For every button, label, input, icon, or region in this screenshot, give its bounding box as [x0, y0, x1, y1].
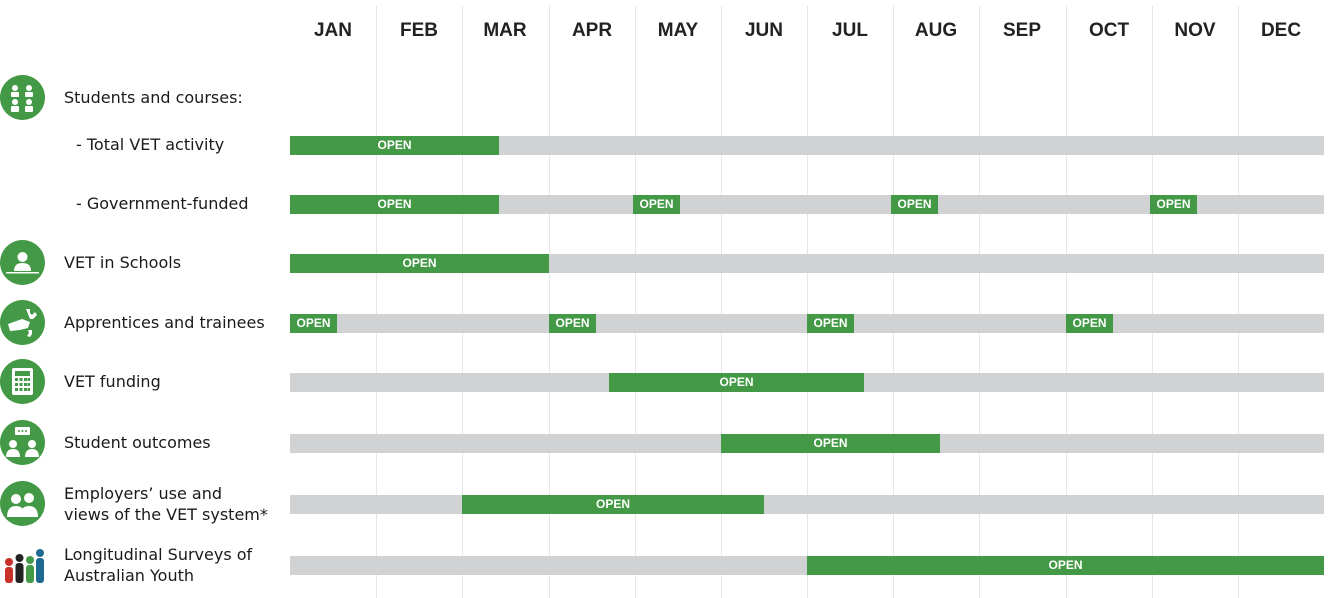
row-label-vet-funding: VET funding — [64, 372, 161, 391]
open-period-bar: OPEN — [891, 195, 938, 214]
open-period-bar: OPEN — [462, 495, 764, 514]
open-period-bar: OPEN — [1150, 195, 1197, 214]
lsay-logo-icon — [3, 546, 45, 584]
month-label-sep: SEP — [1002, 20, 1042, 41]
month-label-may: MAY — [657, 20, 699, 41]
row-label-employers-use-views: Employers’ use and views of the VET syste… — [64, 483, 268, 525]
row-label-students-courses: Students and courses: — [64, 88, 243, 107]
students-icon — [0, 75, 45, 120]
collection-schedule-chart: JAN FEB MAR APR MAY JUN JUL AUG SEP OCT NOV DEC Stud… — [0, 0, 1335, 598]
row-label-line: views of the VET system* — [64, 505, 268, 524]
row-label-line: Employers’ use and — [64, 484, 222, 503]
open-period-bar: OPEN — [609, 373, 864, 392]
row-label-line: Australian Youth — [64, 566, 194, 585]
open-period-bar: OPEN — [807, 314, 854, 333]
employers-icon — [0, 481, 45, 526]
open-period-bar: OPEN — [549, 314, 596, 333]
open-period-bar: OPEN — [807, 556, 1324, 575]
open-period-bar: OPEN — [290, 314, 337, 333]
row-label-apprentices-trainees: Apprentices and trainees — [64, 313, 265, 332]
month-label-oct: OCT — [1088, 20, 1130, 41]
calculator-icon — [0, 359, 45, 404]
row-label-lsay: Longitudinal Surveys of Australian Youth — [64, 544, 252, 586]
open-period-bar: OPEN — [1066, 314, 1113, 333]
timeline-track-employers-use-views — [290, 495, 1324, 514]
month-label-jul: JUL — [832, 20, 868, 41]
open-period-bar: OPEN — [290, 254, 549, 273]
open-period-bar: OPEN — [290, 195, 499, 214]
row-label-government-funded: - Government-funded — [76, 194, 249, 213]
open-period-bar: OPEN — [633, 195, 680, 214]
teacher-icon — [0, 240, 45, 285]
wrench-hand-icon — [0, 300, 45, 345]
month-label-jan: JAN — [313, 20, 352, 41]
open-period-bar: OPEN — [721, 434, 940, 453]
month-label-jun: JUN — [744, 20, 783, 41]
month-label-apr: APR — [571, 20, 613, 41]
row-label-total-vet-activity: - Total VET activity — [76, 135, 225, 154]
month-label-dec: DEC — [1260, 20, 1302, 41]
row-label-line: Longitudinal Surveys of — [64, 545, 253, 564]
row-label-student-outcomes: Student outcomes — [64, 433, 211, 452]
people-chat-icon — [0, 420, 45, 465]
month-label-aug: AUG — [914, 20, 958, 41]
month-label-nov: NOV — [1174, 20, 1216, 41]
month-label-mar: MAR — [483, 20, 527, 41]
row-label-vet-in-schools: VET in Schools — [64, 253, 182, 272]
open-period-bar: OPEN — [290, 136, 499, 155]
month-label-feb: FEB — [400, 20, 438, 41]
